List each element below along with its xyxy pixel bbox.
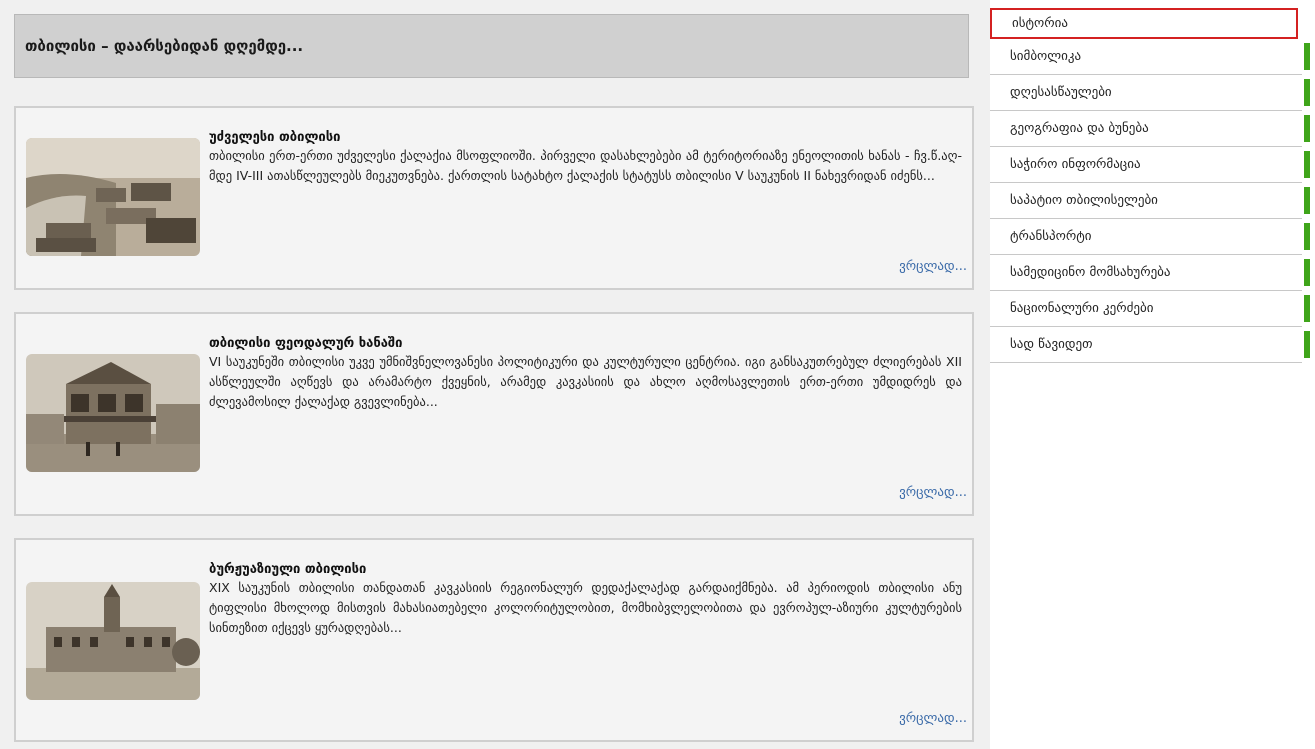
sidebar-item-history[interactable]: ისტორია — [990, 8, 1298, 39]
article-thumbnail[interactable] — [26, 138, 200, 256]
sidebar-item-medical[interactable]: სამედიცინო მომსახურება — [990, 255, 1310, 291]
article-summary: XIX საუკუნის თბილისი თანდათან კავკასიის … — [209, 580, 962, 635]
sidebar-item-label: ნაციონალური კერძები — [1010, 301, 1154, 316]
sidebar-item-label: საჭირო ინფორმაცია — [1010, 157, 1141, 172]
accent-bar — [1304, 43, 1310, 70]
sidebar-item-label: დღესასწაულები — [1010, 85, 1112, 100]
read-more-link[interactable]: ვრცლად... — [899, 259, 967, 274]
article-summary: VI საუკუნეში თბილისი უკვე უმნიშვნელოვანე… — [209, 354, 962, 409]
article-text: ბურჟუაზიული თბილისი XIX საუკუნის თბილისი… — [209, 562, 962, 638]
accent-bar — [1304, 187, 1310, 214]
sidebar-item-transport[interactable]: ტრანსპორტი — [990, 219, 1310, 255]
sidebar-item-label: სად წავიდეთ — [1010, 337, 1093, 352]
accent-bar — [1304, 151, 1310, 178]
article-text: თბილისი ფეოდალურ ხანაში VI საუკუნეში თბი… — [209, 336, 962, 412]
article-thumbnail[interactable] — [26, 354, 200, 472]
page-title: თბილისი – დაარსებიდან დღემდე... — [25, 37, 304, 55]
sidebar-item-label: სიმბოლიკა — [1010, 49, 1082, 64]
sidebar-item-national-dishes[interactable]: ნაციონალური კერძები — [990, 291, 1310, 327]
accent-bar — [1304, 331, 1310, 358]
sidebar-item-geography[interactable]: გეოგრაფია და ბუნება — [990, 111, 1310, 147]
article-title: უძველესი თბილისი — [209, 130, 341, 145]
accent-bar — [1304, 259, 1310, 286]
sidebar-item-honorary-citizens[interactable]: საპატიო თბილისელები — [990, 183, 1310, 219]
article-card-ancient: უძველესი თბილისი თბილისი ერთ-ერთი უძველე… — [14, 106, 974, 290]
sidebar-item-label: გეოგრაფია და ბუნება — [1010, 121, 1149, 136]
sidebar-nav: ისტორია სიმბოლიკა დღესასწაულები გეოგრაფი… — [990, 8, 1310, 363]
accent-bar — [1304, 115, 1310, 142]
main-content: თბილისი – დაარსებიდან დღემდე... უძველესი… — [0, 0, 990, 749]
article-thumbnail[interactable] — [26, 582, 200, 700]
sidebar-item-symbolism[interactable]: სიმბოლიკა — [990, 39, 1310, 75]
accent-bar — [1304, 223, 1310, 250]
sidebar-item-where-to-go[interactable]: სად წავიდეთ — [990, 327, 1310, 363]
article-summary: თბილისი ერთ-ერთი უძველესი ქალაქია მსოფლი… — [209, 148, 962, 183]
sidebar-item-holidays[interactable]: დღესასწაულები — [990, 75, 1310, 111]
article-title: თბილისი ფეოდალურ ხანაში — [209, 336, 403, 351]
accent-bar — [1304, 79, 1310, 106]
read-more-link[interactable]: ვრცლად... — [899, 711, 967, 726]
sidebar-item-label: ისტორია — [1012, 16, 1068, 31]
article-card-feudal: თბილისი ფეოდალურ ხანაში VI საუკუნეში თბი… — [14, 312, 974, 516]
article-card-bourgeois: ბურჟუაზიული თბილისი XIX საუკუნის თბილისი… — [14, 538, 974, 742]
article-title: ბურჟუაზიული თბილისი — [209, 562, 367, 577]
sidebar-item-label: სამედიცინო მომსახურება — [1010, 265, 1171, 280]
sidebar-item-label: ტრანსპორტი — [1010, 229, 1092, 244]
page-header: თბილისი – დაარსებიდან დღემდე... — [14, 14, 969, 78]
article-text: უძველესი თბილისი თბილისი ერთ-ერთი უძველე… — [209, 130, 962, 186]
read-more-link[interactable]: ვრცლად... — [899, 485, 967, 500]
sidebar-item-info[interactable]: საჭირო ინფორმაცია — [990, 147, 1310, 183]
accent-bar — [1304, 295, 1310, 322]
sidebar-item-label: საპატიო თბილისელები — [1010, 193, 1158, 208]
